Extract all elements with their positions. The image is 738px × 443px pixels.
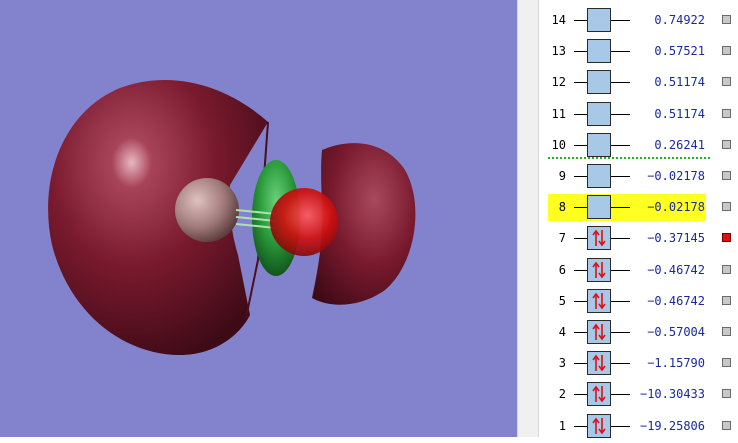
orbital-visibility-checkbox[interactable] (722, 202, 731, 211)
electron-pair-icon (592, 292, 606, 310)
electron-pair-icon (592, 323, 606, 341)
orbital-energy: −1.15790 (647, 356, 705, 370)
orbital-index: 14 (551, 13, 566, 27)
orbital-index: 3 (558, 356, 566, 370)
orbital-visibility-checkbox[interactable] (722, 46, 731, 55)
orbital-index: 10 (551, 138, 566, 152)
orbital-row-14[interactable]: 14 0.74922 (539, 7, 738, 37)
orbital-energy: −10.30433 (639, 387, 705, 401)
orbital-index: 8 (558, 200, 566, 214)
orbital-index: 4 (558, 325, 566, 339)
orbital-index: 5 (558, 294, 566, 308)
orbital-visibility-checkbox[interactable] (722, 265, 731, 274)
homo-lumo-divider (548, 157, 710, 159)
orbital-index: 11 (551, 107, 566, 121)
orbital-visibility-checkbox[interactable] (722, 296, 731, 305)
electron-pair-icon (592, 261, 606, 279)
orbital-index: 1 (558, 419, 566, 433)
orbital-visibility-checkbox[interactable] (722, 140, 731, 149)
orbital-occupancy-box[interactable] (587, 70, 611, 94)
orbital-row-9[interactable]: 9 −0.02178 (539, 163, 738, 193)
orbital-occupancy-box[interactable] (587, 226, 611, 250)
orbital-energy: −0.02178 (647, 200, 705, 214)
panel-scrollbar[interactable] (517, 0, 539, 437)
orbital-occupancy-box[interactable] (587, 351, 611, 375)
orbital-row-2[interactable]: 2 −10.30433 (539, 381, 738, 411)
orbital-row-5[interactable]: 5 −0.46742 (539, 288, 738, 318)
orbital-occupancy-box[interactable] (587, 258, 611, 282)
orbital-energy: −0.02178 (647, 169, 705, 183)
orbital-visibility-checkbox[interactable] (722, 171, 731, 180)
orbital-row-1[interactable]: 1 −19.25806 (539, 413, 738, 443)
orbital-index: 6 (558, 263, 566, 277)
orbital-index: 7 (558, 231, 566, 245)
orbital-energy: 0.26241 (654, 138, 705, 152)
electron-pair-icon (592, 354, 606, 372)
orbital-energy: 0.57521 (654, 44, 705, 58)
orbital-visibility-checkbox[interactable] (722, 421, 731, 430)
orbital-energy: 0.74922 (654, 13, 705, 27)
orbital-index: 12 (551, 75, 566, 89)
orbital-energy: −19.25806 (639, 419, 705, 433)
electron-pair-icon (592, 385, 606, 403)
orbital-row-8[interactable]: 8 −0.02178 (539, 194, 738, 224)
orbital-row-7[interactable]: 7 −0.37145 (539, 225, 738, 255)
orbital-visibility-checkbox[interactable] (722, 233, 731, 242)
electron-pair-icon (592, 229, 606, 247)
orbital-occupancy-box[interactable] (587, 320, 611, 344)
orbital-energy: −0.46742 (647, 294, 705, 308)
oxygen-atom (270, 188, 338, 256)
orbital-occupancy-box[interactable] (587, 289, 611, 313)
orbital-index: 9 (558, 169, 566, 183)
orbital-row-12[interactable]: 12 0.51174 (539, 69, 738, 99)
orbital-row-3[interactable]: 3 −1.15790 (539, 350, 738, 380)
orbital-visibility-checkbox[interactable] (722, 109, 731, 118)
orbital-energy: −0.37145 (647, 231, 705, 245)
orbital-occupancy-box[interactable] (587, 195, 611, 219)
orbital-occupancy-box[interactable] (587, 133, 611, 157)
orbital-energy-panel: 14 0.74922 13 0.57521 12 0.51174 11 0.51174 10 0.… (539, 0, 738, 438)
electron-pair-icon (592, 417, 606, 435)
orbital-row-4[interactable]: 4 −0.57004 (539, 319, 738, 349)
orbital-occupancy-box[interactable] (587, 8, 611, 32)
orbital-occupancy-box[interactable] (587, 414, 611, 438)
orbital-visibility-checkbox[interactable] (722, 327, 731, 336)
orbital-render (48, 80, 416, 356)
orbital-visibility-checkbox[interactable] (722, 15, 731, 24)
orbital-energy: −0.57004 (647, 325, 705, 339)
orbital-row-6[interactable]: 6 −0.46742 (539, 257, 738, 287)
orbital-index: 13 (551, 44, 566, 58)
orbital-row-13[interactable]: 13 0.57521 (539, 38, 738, 68)
orbital-energy: −0.46742 (647, 263, 705, 277)
orbital-energy: 0.51174 (654, 107, 705, 121)
orbital-energy: 0.51174 (654, 75, 705, 89)
orbital-visibility-checkbox[interactable] (722, 77, 731, 86)
orbital-visibility-checkbox[interactable] (722, 358, 731, 367)
orbital-occupancy-box[interactable] (587, 102, 611, 126)
orbital-occupancy-box[interactable] (587, 39, 611, 63)
carbon-atom (175, 178, 239, 242)
orbital-occupancy-box[interactable] (587, 382, 611, 406)
molecule-3d-viewport[interactable] (0, 0, 517, 437)
orbital-visibility-checkbox[interactable] (722, 389, 731, 398)
orbital-row-11[interactable]: 11 0.51174 (539, 101, 738, 131)
orbital-index: 2 (558, 387, 566, 401)
orbital-occupancy-box[interactable] (587, 164, 611, 188)
